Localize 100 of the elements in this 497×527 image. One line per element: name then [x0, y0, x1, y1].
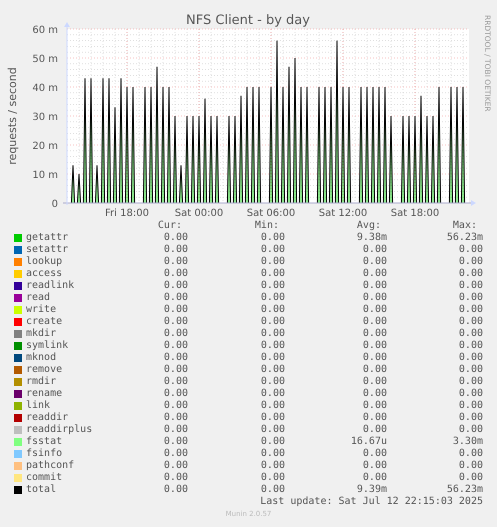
legend-label: fsstat — [26, 436, 64, 448]
max-value: 0.00 — [458, 364, 483, 376]
min-value: 0.00 — [260, 352, 285, 364]
max-value: 0.00 — [458, 244, 483, 256]
max-value: 0.00 — [458, 268, 483, 280]
min-value: 0.00 — [260, 244, 285, 256]
cur-value: 0.00 — [164, 436, 188, 448]
cur-value: 0.00 — [164, 472, 188, 484]
min-value: 0.00 — [260, 472, 285, 484]
max-value: 0.00 — [458, 388, 483, 400]
max-value: 0.00 — [458, 304, 483, 316]
x-tick-label: Sat 00:00 — [174, 208, 224, 219]
avg-value: 0.00 — [362, 244, 387, 256]
legend-label: readdirplus — [26, 424, 94, 436]
avg-value: 0.00 — [362, 364, 387, 376]
x-tick-label: Sat 06:00 — [246, 208, 296, 219]
avg-value: 0.00 — [362, 376, 387, 388]
avg-value: 0.00 — [362, 256, 387, 268]
min-value: 0.00 — [260, 304, 285, 316]
avg-value: 0.00 — [362, 340, 387, 352]
max-value: 0.00 — [458, 316, 483, 328]
cur-value: 0.00 — [164, 412, 188, 424]
cur-value: 0.00 — [164, 484, 188, 496]
avg-value: 0.00 — [362, 304, 387, 316]
y-tick-label: 50 m — [32, 54, 58, 65]
avg-value: 0.00 — [362, 412, 387, 424]
cur-value: 0.00 — [164, 328, 188, 340]
max-value: 0.00 — [458, 448, 483, 460]
max-value: 0.00 — [458, 256, 483, 268]
min-value: 0.00 — [260, 424, 285, 436]
legend-label: write — [26, 304, 58, 316]
legend-label: commit — [26, 472, 64, 484]
min-value: 0.00 — [260, 280, 285, 292]
legend-label: link — [26, 400, 52, 412]
cur-value: 0.00 — [164, 268, 188, 280]
max-value: 0.00 — [458, 328, 483, 340]
avg-value: 0.00 — [362, 460, 387, 472]
min-value: 0.00 — [260, 364, 285, 376]
legend-label: fsinfo — [26, 448, 64, 460]
cur-value: 0.00 — [164, 400, 188, 412]
legend-label: total — [26, 484, 58, 496]
legend-label: mknod — [26, 352, 58, 364]
x-tick-label: Sat 18:00 — [390, 208, 440, 219]
avg-value: 0.00 — [362, 424, 387, 436]
min-value: 0.00 — [260, 436, 285, 448]
min-value: 0.00 — [260, 448, 285, 460]
max-value: 56.23m — [446, 232, 483, 244]
legend-label: access — [26, 268, 64, 280]
legend-label: rename — [26, 388, 64, 400]
column-header: Avg: — [356, 220, 382, 232]
legend-label: remove — [26, 364, 64, 376]
max-value: 0.00 — [458, 352, 483, 364]
max-value: 0.00 — [458, 424, 483, 436]
y-tick-label: 20 m — [32, 141, 58, 152]
legend-label: rmdir — [26, 376, 58, 388]
max-value: 0.00 — [458, 472, 483, 484]
max-value: 0.00 — [458, 292, 483, 304]
y-tick-label: 0 — [52, 199, 58, 210]
min-value: 0.00 — [260, 484, 285, 496]
avg-value: 0.00 — [362, 472, 387, 484]
cur-value: 0.00 — [164, 316, 188, 328]
cur-value: 0.00 — [164, 376, 188, 388]
legend-label: pathconf — [26, 460, 76, 472]
column-header: Max: — [452, 220, 478, 232]
cur-value: 0.00 — [164, 424, 188, 436]
avg-value: 0.00 — [362, 292, 387, 304]
cur-value: 0.00 — [164, 388, 188, 400]
max-value: 0.00 — [458, 460, 483, 472]
last-update-text: Last update: Sat Jul 12 22:15:03 2025 — [260, 496, 483, 508]
avg-value: 0.00 — [362, 328, 387, 340]
legend-label: create — [26, 316, 64, 328]
min-value: 0.00 — [260, 232, 285, 244]
cur-value: 0.00 — [164, 460, 188, 472]
chart-title: NFS Client - by day — [186, 13, 310, 28]
avg-value: 0.00 — [362, 280, 387, 292]
x-tick-label: Sat 12:00 — [318, 208, 368, 219]
avg-value: 9.38m — [356, 232, 387, 244]
legend-label: readdir — [26, 412, 70, 424]
cur-value: 0.00 — [164, 244, 188, 256]
y-tick-label: 60 m — [32, 25, 58, 36]
max-value: 56.23m — [446, 484, 483, 496]
cur-value: 0.00 — [164, 232, 188, 244]
legend-label: getattr — [26, 232, 70, 244]
min-value: 0.00 — [260, 376, 285, 388]
max-value: 3.30m — [452, 436, 483, 448]
legend-label: read — [26, 292, 52, 304]
cur-value: 0.00 — [164, 340, 188, 352]
cur-value: 0.00 — [164, 364, 188, 376]
min-value: 0.00 — [260, 388, 285, 400]
cur-value: 0.00 — [164, 292, 188, 304]
min-value: 0.00 — [260, 400, 285, 412]
min-value: 0.00 — [260, 460, 285, 472]
cur-value: 0.00 — [164, 304, 188, 316]
legend-label: readlink — [26, 280, 76, 292]
column-header: Cur: — [158, 220, 183, 232]
cur-value: 0.00 — [164, 352, 188, 364]
column-header: Min: — [254, 220, 280, 232]
max-value: 0.00 — [458, 412, 483, 424]
max-value: 0.00 — [458, 280, 483, 292]
max-value: 0.00 — [458, 340, 483, 352]
